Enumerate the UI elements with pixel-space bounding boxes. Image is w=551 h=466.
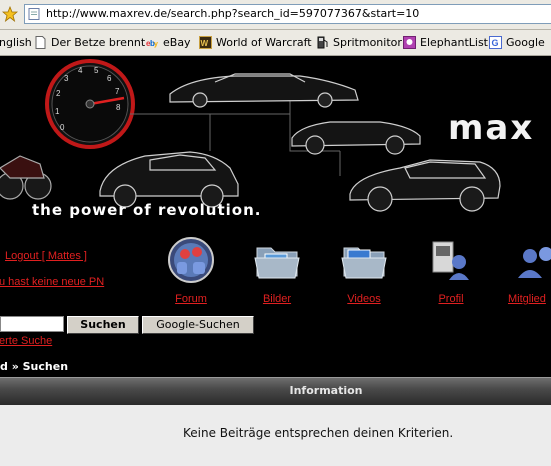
bookmark-label: World of Warcraft xyxy=(216,36,312,49)
svg-text:4: 4 xyxy=(78,66,83,75)
nav-forum[interactable]: Forum xyxy=(161,236,221,306)
google-icon: G xyxy=(489,36,502,49)
slogan: the power of revolution. xyxy=(32,201,262,219)
bookmark-label: Der Betze brennt xyxy=(51,36,146,49)
breadcrumb: d » Suchen xyxy=(0,360,69,373)
members-icon xyxy=(518,247,551,278)
svg-text:5: 5 xyxy=(94,66,99,75)
info-body: Keine Beiträge entsprechen deinen Kriter… xyxy=(0,405,551,466)
url-field[interactable]: http://www.maxrev.de/search.php?search_i… xyxy=(24,4,551,24)
search-button[interactable]: Suchen xyxy=(67,316,139,334)
svg-text:G: G xyxy=(492,38,499,48)
svg-text:W: W xyxy=(201,39,209,48)
nav-label: Profil xyxy=(438,293,464,305)
bookmark-label: nglish xyxy=(0,36,32,49)
bookmark-label: Google xyxy=(506,36,545,49)
folder-images-icon xyxy=(254,247,300,279)
motorcycle-icon xyxy=(0,155,52,200)
info-title: Information xyxy=(289,384,363,397)
site-banner: 01 2 34 5 67 8 the power of revolution. max xyxy=(0,56,551,230)
nav-profil[interactable]: Profil xyxy=(421,236,481,306)
nav-label: Videos xyxy=(347,293,381,305)
svg-text:6: 6 xyxy=(107,74,112,83)
private-messages-link[interactable]: u hast keine neue PN xyxy=(0,276,104,288)
bookmark-elephantlist[interactable]: ElephantList xyxy=(403,36,488,49)
folder-videos-icon xyxy=(341,247,387,279)
page-favicon-icon xyxy=(28,8,40,20)
bookmark-label: Spritmonitor xyxy=(333,36,402,49)
address-bar: http://www.maxrev.de/search.php?search_i… xyxy=(0,0,551,30)
sedan-car-icon xyxy=(349,159,501,212)
bookmark-world-of-warcraft[interactable]: W World of Warcraft xyxy=(199,36,312,49)
bookmark-spritmonitor[interactable]: Spritmonitor xyxy=(316,36,402,49)
svg-text:0: 0 xyxy=(60,123,65,132)
nav-label: Bilder xyxy=(262,293,292,305)
brand-logo: max xyxy=(448,108,535,148)
svg-text:2: 2 xyxy=(56,89,61,98)
ebay-icon: e b y xyxy=(146,39,158,48)
profile-icon xyxy=(432,241,469,280)
bookmarks-toolbar: nglish Der Betze brennt e b y eBay W Wor… xyxy=(0,30,551,56)
search-input[interactable] xyxy=(0,316,64,332)
nav-bilder[interactable]: Bilder xyxy=(247,236,307,306)
svg-text:1: 1 xyxy=(55,107,60,116)
nav-mitglieder[interactable]: Mitglied xyxy=(508,236,551,306)
tachometer-icon: 01 2 34 5 67 8 xyxy=(45,59,135,149)
logout-link[interactable]: Logout [ Mattes ] xyxy=(5,250,87,262)
info-message: Keine Beiträge entsprechen deinen Kriter… xyxy=(183,426,454,440)
bookmark-ebay[interactable]: e b y eBay xyxy=(146,36,191,49)
search-row: Suchen Google-Suchen xyxy=(0,316,551,334)
bookmark-label: eBay xyxy=(163,36,191,49)
nav-label: Mitglied xyxy=(508,293,546,305)
hatchback-car-icon xyxy=(99,151,239,208)
bookmark-der-betze-brennt[interactable]: Der Betze brennt xyxy=(34,36,145,49)
svg-text:7: 7 xyxy=(115,87,120,96)
google-search-button[interactable]: Google-Suchen xyxy=(142,316,254,334)
svg-text:8: 8 xyxy=(116,103,121,112)
wow-icon: W xyxy=(199,36,212,49)
page-icon xyxy=(35,36,46,49)
svg-text:y: y xyxy=(154,41,158,48)
fuel-icon xyxy=(317,36,328,49)
bookmark-star-icon[interactable] xyxy=(2,6,18,22)
bookmark-google[interactable]: G Google xyxy=(489,36,545,49)
advanced-search-link[interactable]: erte Suche xyxy=(0,335,52,347)
svg-text:3: 3 xyxy=(64,74,69,83)
url-text[interactable]: http://www.maxrev.de/search.php?search_i… xyxy=(46,7,419,20)
bookmark-english[interactable]: nglish xyxy=(0,36,32,49)
elephant-icon xyxy=(403,36,416,49)
bookmark-label: ElephantList xyxy=(420,36,488,49)
nav-videos[interactable]: Videos xyxy=(334,236,394,306)
sports-car-top-icon xyxy=(169,73,359,108)
forum-icon xyxy=(168,237,214,283)
nav-label: Forum xyxy=(175,293,207,305)
convertible-car-icon xyxy=(291,121,421,155)
info-header: Information xyxy=(0,377,551,405)
